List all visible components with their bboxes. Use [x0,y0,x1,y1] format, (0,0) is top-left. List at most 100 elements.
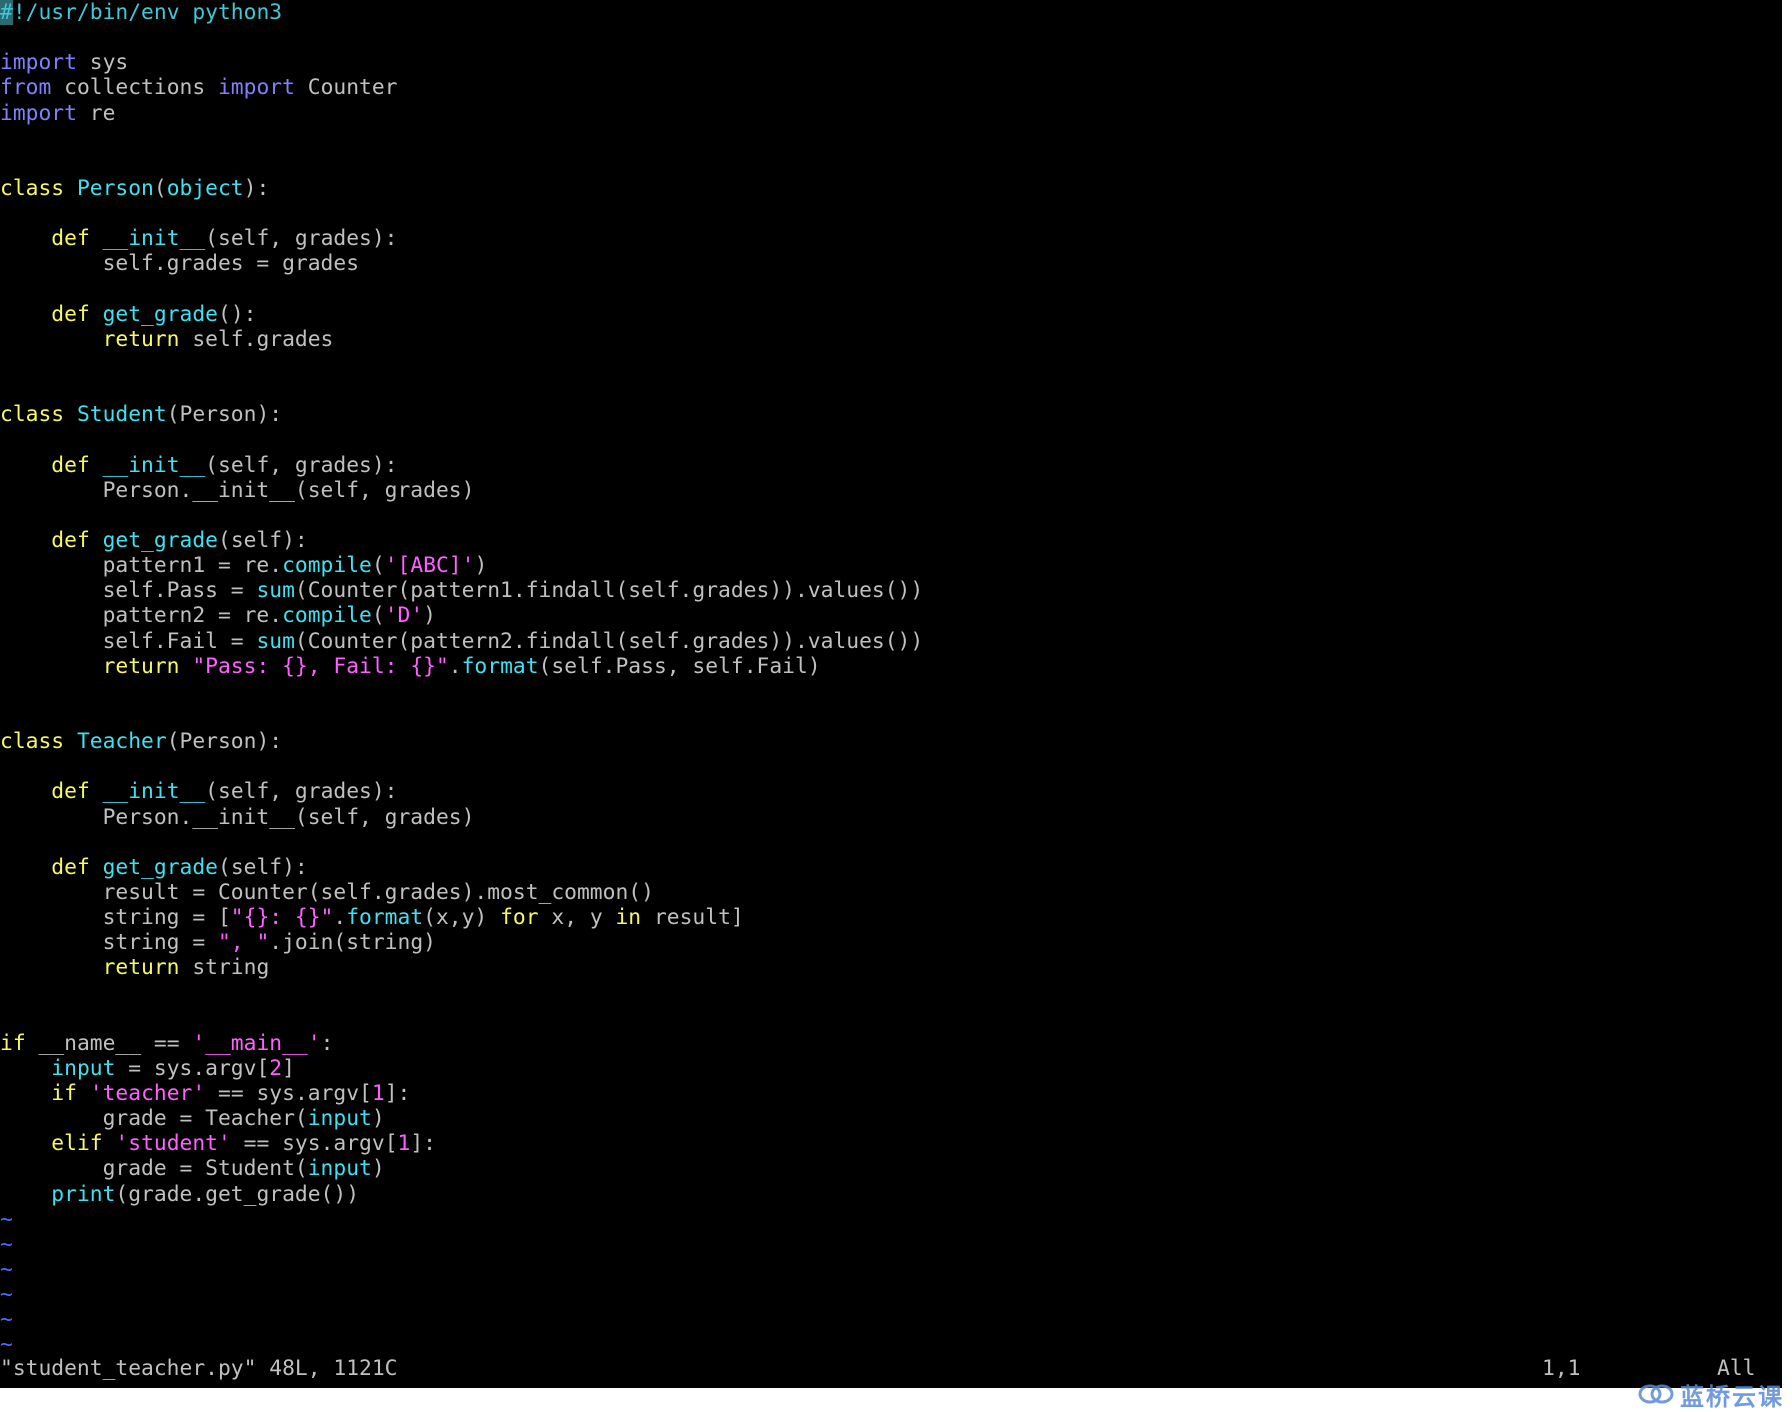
code-line[interactable] [0,704,923,729]
code-token-builtin: __init__ [102,779,206,805]
code-token-plain: collections [51,75,218,101]
code-line[interactable] [0,830,923,855]
code-token-plain: (Person): [166,402,283,428]
code-line[interactable]: grade = Student(input) [0,1156,923,1181]
status-cursor-position: 1,1 [1542,1356,1581,1381]
code-line[interactable]: class Person(object): [0,176,923,201]
code-line[interactable]: self.Pass = sum(Counter(pattern1.findall… [0,578,924,603]
code-token-string: '__main__' [192,1030,321,1056]
empty-buffer-tilde: ~ [0,1257,13,1283]
code-line[interactable] [0,25,923,50]
code-line[interactable] [0,980,923,1005]
code-token-builtin: input [307,1106,372,1132]
code-line[interactable]: import sys [0,50,923,75]
watermark-text: 蓝桥云课 [1680,1382,1784,1411]
code-token-plain: pattern1 = re. [0,553,283,579]
code-line[interactable]: class Student(Person): [0,402,923,427]
code-line[interactable]: class Teacher(Person): [0,729,923,754]
code-token-string: 2 [269,1055,283,1081]
code-line[interactable]: print(grade.get_grade()) [0,1182,923,1207]
code-token-builtin: input [51,1055,116,1081]
code-token-plain: (grade.get_grade()) [115,1181,360,1207]
code-token-plain: (): [218,301,257,327]
code-line[interactable] [0,126,923,151]
code-token-keyword: def [51,854,90,880]
code-line[interactable]: grade = Teacher(input) [0,1106,923,1131]
code-token-builtin: get_grade [102,301,218,327]
code-token-string: 'teacher' [89,1081,206,1107]
status-file-info: "student_teacher.py" 48L, 1121C [0,1356,398,1381]
code-line[interactable] [0,754,923,779]
code-token-plain: string = [ [0,905,231,931]
code-token-plain: re [76,100,116,126]
code-line[interactable]: def __init__(self, grades): [0,779,923,804]
code-token-import: import [0,50,77,76]
vim-terminal[interactable]: #!/usr/bin/env python3 import sys from co… [0,0,1792,1388]
code-token-plain: (self.Pass, self.Fail) [538,653,821,679]
code-token-plain: Person.__init__(self, grades) [0,804,475,830]
code-line[interactable] [0,277,923,302]
code-token-plain: (self): [218,527,308,553]
code-token-keyword: for [500,905,539,931]
code-line[interactable]: pattern2 = re.compile('D') [0,603,923,628]
code-line[interactable]: import re [0,101,923,126]
code-line[interactable] [0,679,923,704]
code-token-plain: (self, grades): [205,226,398,252]
code-line[interactable]: if __name__ == '__main__': [0,1031,923,1056]
code-line[interactable]: elif 'student' == sys.argv[1]: [0,1131,923,1156]
code-line[interactable]: Person.__init__(self, grades) [0,805,923,830]
code-token-builtin: sum [256,628,295,654]
code-line[interactable]: return "Pass: {}, Fail: {}".format(self.… [0,654,923,679]
code-token-keyword: def [51,779,90,805]
cursor: # [0,0,13,25]
code-line[interactable] [0,201,923,226]
code-token-builtin: Teacher [76,729,167,755]
empty-buffer-tilde: ~ [0,1307,13,1333]
code-line[interactable]: if 'teacher' == sys.argv[1]: [0,1081,923,1106]
code-token-plain: self.grades = grades [0,251,360,277]
code-line[interactable]: return self.grades [0,327,923,352]
code-line[interactable]: Person.__init__(self, grades) [0,478,923,503]
code-token-plain: ]: [384,1081,411,1107]
code-line[interactable] [0,1006,923,1031]
code-line[interactable]: input = sys.argv[2] [0,1056,923,1081]
code-line[interactable]: self.grades = grades [0,251,923,276]
code-token-keyword: elif [51,1131,103,1157]
code-line[interactable]: def get_grade(): [0,302,923,327]
code-line[interactable]: def __init__(self, grades): [0,453,923,478]
code-line[interactable] [0,352,923,377]
code-line[interactable]: pattern1 = re.compile('[ABC]') [0,553,923,578]
code-line[interactable] [0,503,923,528]
code-line[interactable]: from collections import Counter [0,75,923,100]
code-line[interactable]: def get_grade(self): [0,855,923,880]
code-token-builtin: object [166,175,244,201]
code-buffer[interactable]: #!/usr/bin/env python3 import sys from co… [0,0,923,1358]
code-line[interactable]: string = ["{}: {}".format(x,y) for x, y … [0,905,923,930]
code-token-builtin: compile [282,553,372,579]
code-line[interactable] [0,151,923,176]
code-line[interactable]: def __init__(self, grades): [0,226,923,251]
code-line[interactable]: string = ", ".join(string) [0,930,923,955]
code-token-plain: result] [641,905,744,931]
code-line[interactable]: #!/usr/bin/env python3 [0,0,923,25]
code-line[interactable]: return string [0,955,923,980]
code-token-builtin: get_grade [102,854,218,880]
code-line[interactable]: def get_grade(self): [0,528,923,553]
code-line[interactable] [0,377,923,402]
code-line[interactable]: result = Counter(self.grades).most_commo… [0,880,923,905]
code-token-plain: ) [371,1106,385,1132]
code-token-builtin: __init__ [102,226,206,252]
code-line[interactable] [0,427,923,452]
code-line[interactable]: self.Fail = sum(Counter(pattern2.findall… [0,628,924,654]
code-token-plain: ( [371,603,385,629]
code-token-plain: == sys.argv[ [230,1131,398,1157]
code-token-builtin: compile [282,603,372,629]
